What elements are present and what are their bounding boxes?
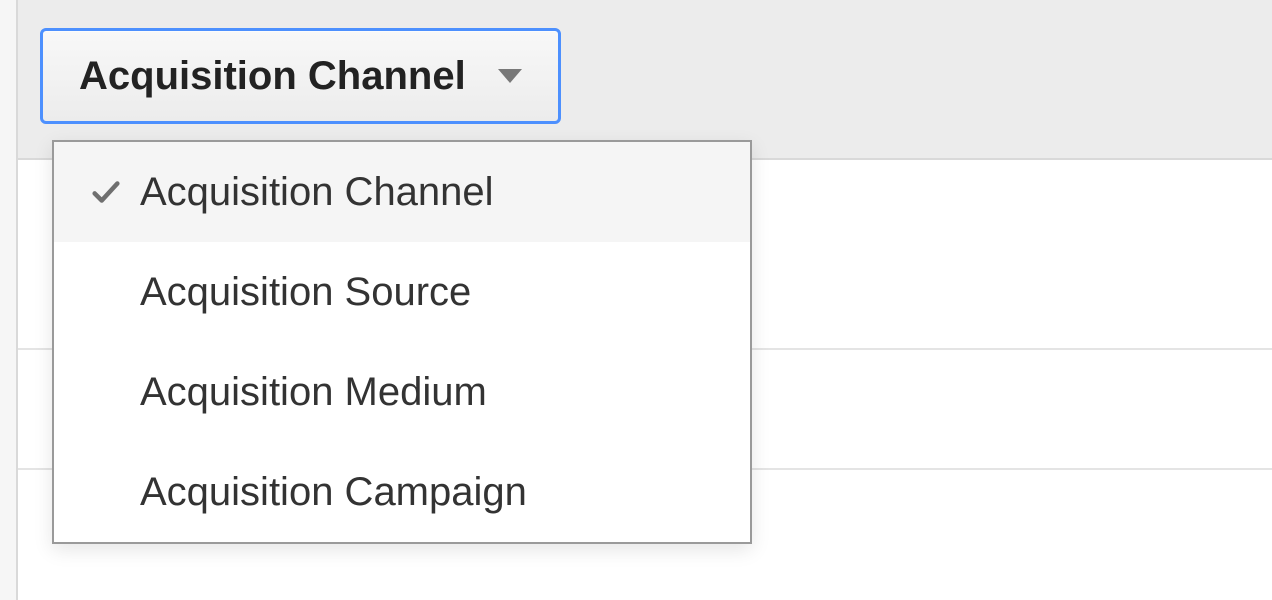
check-icon (82, 175, 130, 209)
menu-item-label: Acquisition Campaign (140, 470, 527, 515)
screenshot-canvas: Acquisition Channel Acquisition Channel … (0, 0, 1272, 600)
chevron-down-icon (498, 69, 522, 83)
dimension-selector-label: Acquisition Channel (79, 54, 466, 99)
left-rail (0, 0, 18, 600)
menu-item-acquisition-campaign[interactable]: Acquisition Campaign (54, 442, 750, 542)
dimension-menu: Acquisition Channel Acquisition Source A… (52, 140, 752, 544)
menu-item-label: Acquisition Medium (140, 370, 487, 415)
menu-item-label: Acquisition Channel (140, 170, 494, 215)
menu-item-label: Acquisition Source (140, 270, 471, 315)
menu-item-acquisition-channel[interactable]: Acquisition Channel (54, 142, 750, 242)
dimension-selector-button[interactable]: Acquisition Channel (40, 28, 561, 124)
menu-item-acquisition-medium[interactable]: Acquisition Medium (54, 342, 750, 442)
menu-item-acquisition-source[interactable]: Acquisition Source (54, 242, 750, 342)
